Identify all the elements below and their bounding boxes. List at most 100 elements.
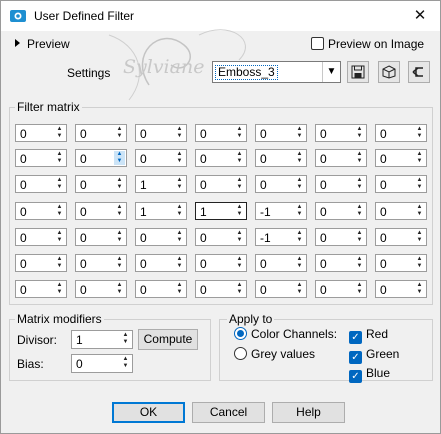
- matrix-cell-spinner[interactable]: ▲ ▼: [54, 126, 65, 140]
- matrix-cell[interactable]: 0 ▲ ▼: [255, 149, 307, 167]
- matrix-cell[interactable]: 0 ▲ ▼: [75, 202, 127, 220]
- matrix-cell[interactable]: 0 ▲ ▼: [135, 228, 187, 246]
- matrix-cell-spinner[interactable]: ▲ ▼: [114, 256, 125, 270]
- matrix-cell-spinner[interactable]: ▲ ▼: [234, 256, 245, 270]
- matrix-cell[interactable]: 1 ▲ ▼: [135, 202, 187, 220]
- divisor-field[interactable]: 1 ▲ ▼: [71, 330, 133, 349]
- matrix-cell-spinner[interactable]: ▲ ▼: [174, 282, 185, 296]
- matrix-cell[interactable]: 1 ▲ ▼: [135, 175, 187, 193]
- matrix-cell-spinner[interactable]: ▲ ▼: [414, 282, 425, 296]
- matrix-cell[interactable]: 0 ▲ ▼: [375, 202, 427, 220]
- green-checkbox[interactable]: ✓ Green: [349, 347, 399, 364]
- matrix-cell[interactable]: 0 ▲ ▼: [195, 254, 247, 272]
- matrix-cell[interactable]: 0 ▲ ▼: [195, 175, 247, 193]
- matrix-cell[interactable]: 0 ▲ ▼: [15, 202, 67, 220]
- matrix-cell-spinner[interactable]: ▲ ▼: [234, 204, 245, 218]
- matrix-cell[interactable]: 0 ▲ ▼: [195, 124, 247, 142]
- matrix-cell[interactable]: 0 ▲ ▼: [75, 280, 127, 298]
- matrix-cell-spinner[interactable]: ▲ ▼: [414, 230, 425, 244]
- matrix-cell[interactable]: 0 ▲ ▼: [315, 149, 367, 167]
- matrix-cell-spinner[interactable]: ▲ ▼: [174, 177, 185, 191]
- chevron-down-icon[interactable]: ▼: [322, 62, 340, 82]
- matrix-cell-spinner[interactable]: ▲ ▼: [354, 256, 365, 270]
- matrix-cell[interactable]: 0 ▲ ▼: [135, 280, 187, 298]
- matrix-cell-spinner[interactable]: ▲ ▼: [114, 126, 125, 140]
- matrix-cell[interactable]: 0 ▲ ▼: [195, 149, 247, 167]
- blue-checkbox[interactable]: ✓ Blue: [349, 366, 390, 383]
- matrix-cell[interactable]: 0 ▲ ▼: [315, 254, 367, 272]
- matrix-cell-spinner[interactable]: ▲ ▼: [234, 177, 245, 191]
- save-preset-button[interactable]: [347, 61, 369, 83]
- matrix-cell-spinner[interactable]: ▲ ▼: [174, 204, 185, 218]
- close-button[interactable]: ✕: [400, 1, 440, 31]
- matrix-cell-spinner[interactable]: ▲ ▼: [54, 151, 65, 165]
- matrix-cell[interactable]: 0 ▲ ▼: [15, 254, 67, 272]
- matrix-cell-spinner[interactable]: ▲ ▼: [54, 282, 65, 296]
- load-preset-button[interactable]: [378, 61, 400, 83]
- matrix-cell-spinner[interactable]: ▲ ▼: [54, 204, 65, 218]
- matrix-cell[interactable]: 0 ▲ ▼: [195, 280, 247, 298]
- matrix-cell[interactable]: 0 ▲ ▼: [15, 149, 67, 167]
- matrix-cell-spinner[interactable]: ▲ ▼: [54, 230, 65, 244]
- matrix-cell-spinner[interactable]: ▲ ▼: [174, 126, 185, 140]
- matrix-cell[interactable]: -1 ▲ ▼: [255, 228, 307, 246]
- matrix-cell[interactable]: 0 ▲ ▼: [375, 124, 427, 142]
- matrix-cell-spinner[interactable]: ▲ ▼: [354, 126, 365, 140]
- matrix-cell-spinner[interactable]: ▲ ▼: [114, 230, 125, 244]
- matrix-cell[interactable]: 0 ▲ ▼: [75, 254, 127, 272]
- matrix-cell-spinner[interactable]: ▲ ▼: [294, 126, 305, 140]
- matrix-cell-spinner[interactable]: ▲ ▼: [294, 177, 305, 191]
- reset-preset-button[interactable]: [408, 61, 430, 83]
- matrix-cell-spinner[interactable]: ▲ ▼: [354, 151, 365, 165]
- matrix-cell[interactable]: 0 ▲ ▼: [135, 124, 187, 142]
- matrix-cell[interactable]: 0 ▲ ▼: [315, 228, 367, 246]
- matrix-cell[interactable]: 0 ▲ ▼: [15, 280, 67, 298]
- matrix-cell[interactable]: 0 ▲ ▼: [135, 149, 187, 167]
- matrix-cell-spinner[interactable]: ▲ ▼: [294, 204, 305, 218]
- matrix-cell-spinner[interactable]: ▲ ▼: [54, 256, 65, 270]
- matrix-cell-spinner[interactable]: ▲ ▼: [294, 256, 305, 270]
- matrix-cell-spinner[interactable]: ▲ ▼: [234, 282, 245, 296]
- matrix-cell[interactable]: 1 ▲ ▼: [195, 202, 247, 220]
- matrix-cell[interactable]: 0 ▲ ▼: [195, 228, 247, 246]
- matrix-cell[interactable]: 0 ▲ ▼: [315, 124, 367, 142]
- matrix-cell-spinner[interactable]: ▲ ▼: [234, 230, 245, 244]
- matrix-cell-spinner[interactable]: ▲ ▼: [414, 151, 425, 165]
- matrix-cell-spinner[interactable]: ▲ ▼: [294, 282, 305, 296]
- matrix-cell-spinner[interactable]: ▲ ▼: [414, 126, 425, 140]
- matrix-cell-spinner[interactable]: ▲ ▼: [114, 177, 125, 191]
- red-checkbox[interactable]: ✓ Red: [349, 327, 388, 344]
- matrix-cell-spinner[interactable]: ▲ ▼: [354, 282, 365, 296]
- matrix-cell[interactable]: 0 ▲ ▼: [75, 228, 127, 246]
- matrix-cell[interactable]: 0 ▲ ▼: [315, 202, 367, 220]
- matrix-cell-spinner[interactable]: ▲ ▼: [234, 126, 245, 140]
- bias-field[interactable]: 0 ▲ ▼: [71, 354, 133, 373]
- matrix-cell-spinner[interactable]: ▲ ▼: [414, 256, 425, 270]
- matrix-cell-spinner[interactable]: ▲ ▼: [54, 177, 65, 191]
- matrix-cell[interactable]: -1 ▲ ▼: [255, 202, 307, 220]
- matrix-cell-spinner[interactable]: ▲ ▼: [414, 177, 425, 191]
- color-channels-radio[interactable]: Color Channels:: [234, 327, 337, 341]
- matrix-cell[interactable]: 0 ▲ ▼: [255, 254, 307, 272]
- cancel-button[interactable]: Cancel: [192, 402, 265, 423]
- matrix-cell[interactable]: 0 ▲ ▼: [15, 124, 67, 142]
- matrix-cell[interactable]: 0 ▲ ▼: [375, 149, 427, 167]
- matrix-cell[interactable]: 0 ▲ ▼: [135, 254, 187, 272]
- matrix-cell[interactable]: 0 ▲ ▼: [255, 280, 307, 298]
- matrix-cell[interactable]: 0 ▲ ▼: [375, 175, 427, 193]
- matrix-cell-spinner[interactable]: ▲ ▼: [114, 204, 125, 218]
- matrix-cell-spinner[interactable]: ▲ ▼: [354, 204, 365, 218]
- matrix-cell[interactable]: 0 ▲ ▼: [255, 124, 307, 142]
- matrix-cell-spinner[interactable]: ▲ ▼: [114, 151, 125, 165]
- divisor-spinner[interactable]: ▲ ▼: [120, 332, 131, 346]
- matrix-cell-spinner[interactable]: ▲ ▼: [234, 151, 245, 165]
- matrix-cell-spinner[interactable]: ▲ ▼: [354, 177, 365, 191]
- matrix-cell-spinner[interactable]: ▲ ▼: [114, 282, 125, 296]
- matrix-cell-spinner[interactable]: ▲ ▼: [174, 151, 185, 165]
- matrix-cell-spinner[interactable]: ▲ ▼: [354, 230, 365, 244]
- matrix-cell-spinner[interactable]: ▲ ▼: [414, 204, 425, 218]
- matrix-cell[interactable]: 0 ▲ ▼: [15, 175, 67, 193]
- matrix-cell[interactable]: 0 ▲ ▼: [375, 228, 427, 246]
- preview-on-image-checkbox[interactable]: Preview on Image: [311, 37, 424, 51]
- matrix-cell-spinner[interactable]: ▲ ▼: [174, 230, 185, 244]
